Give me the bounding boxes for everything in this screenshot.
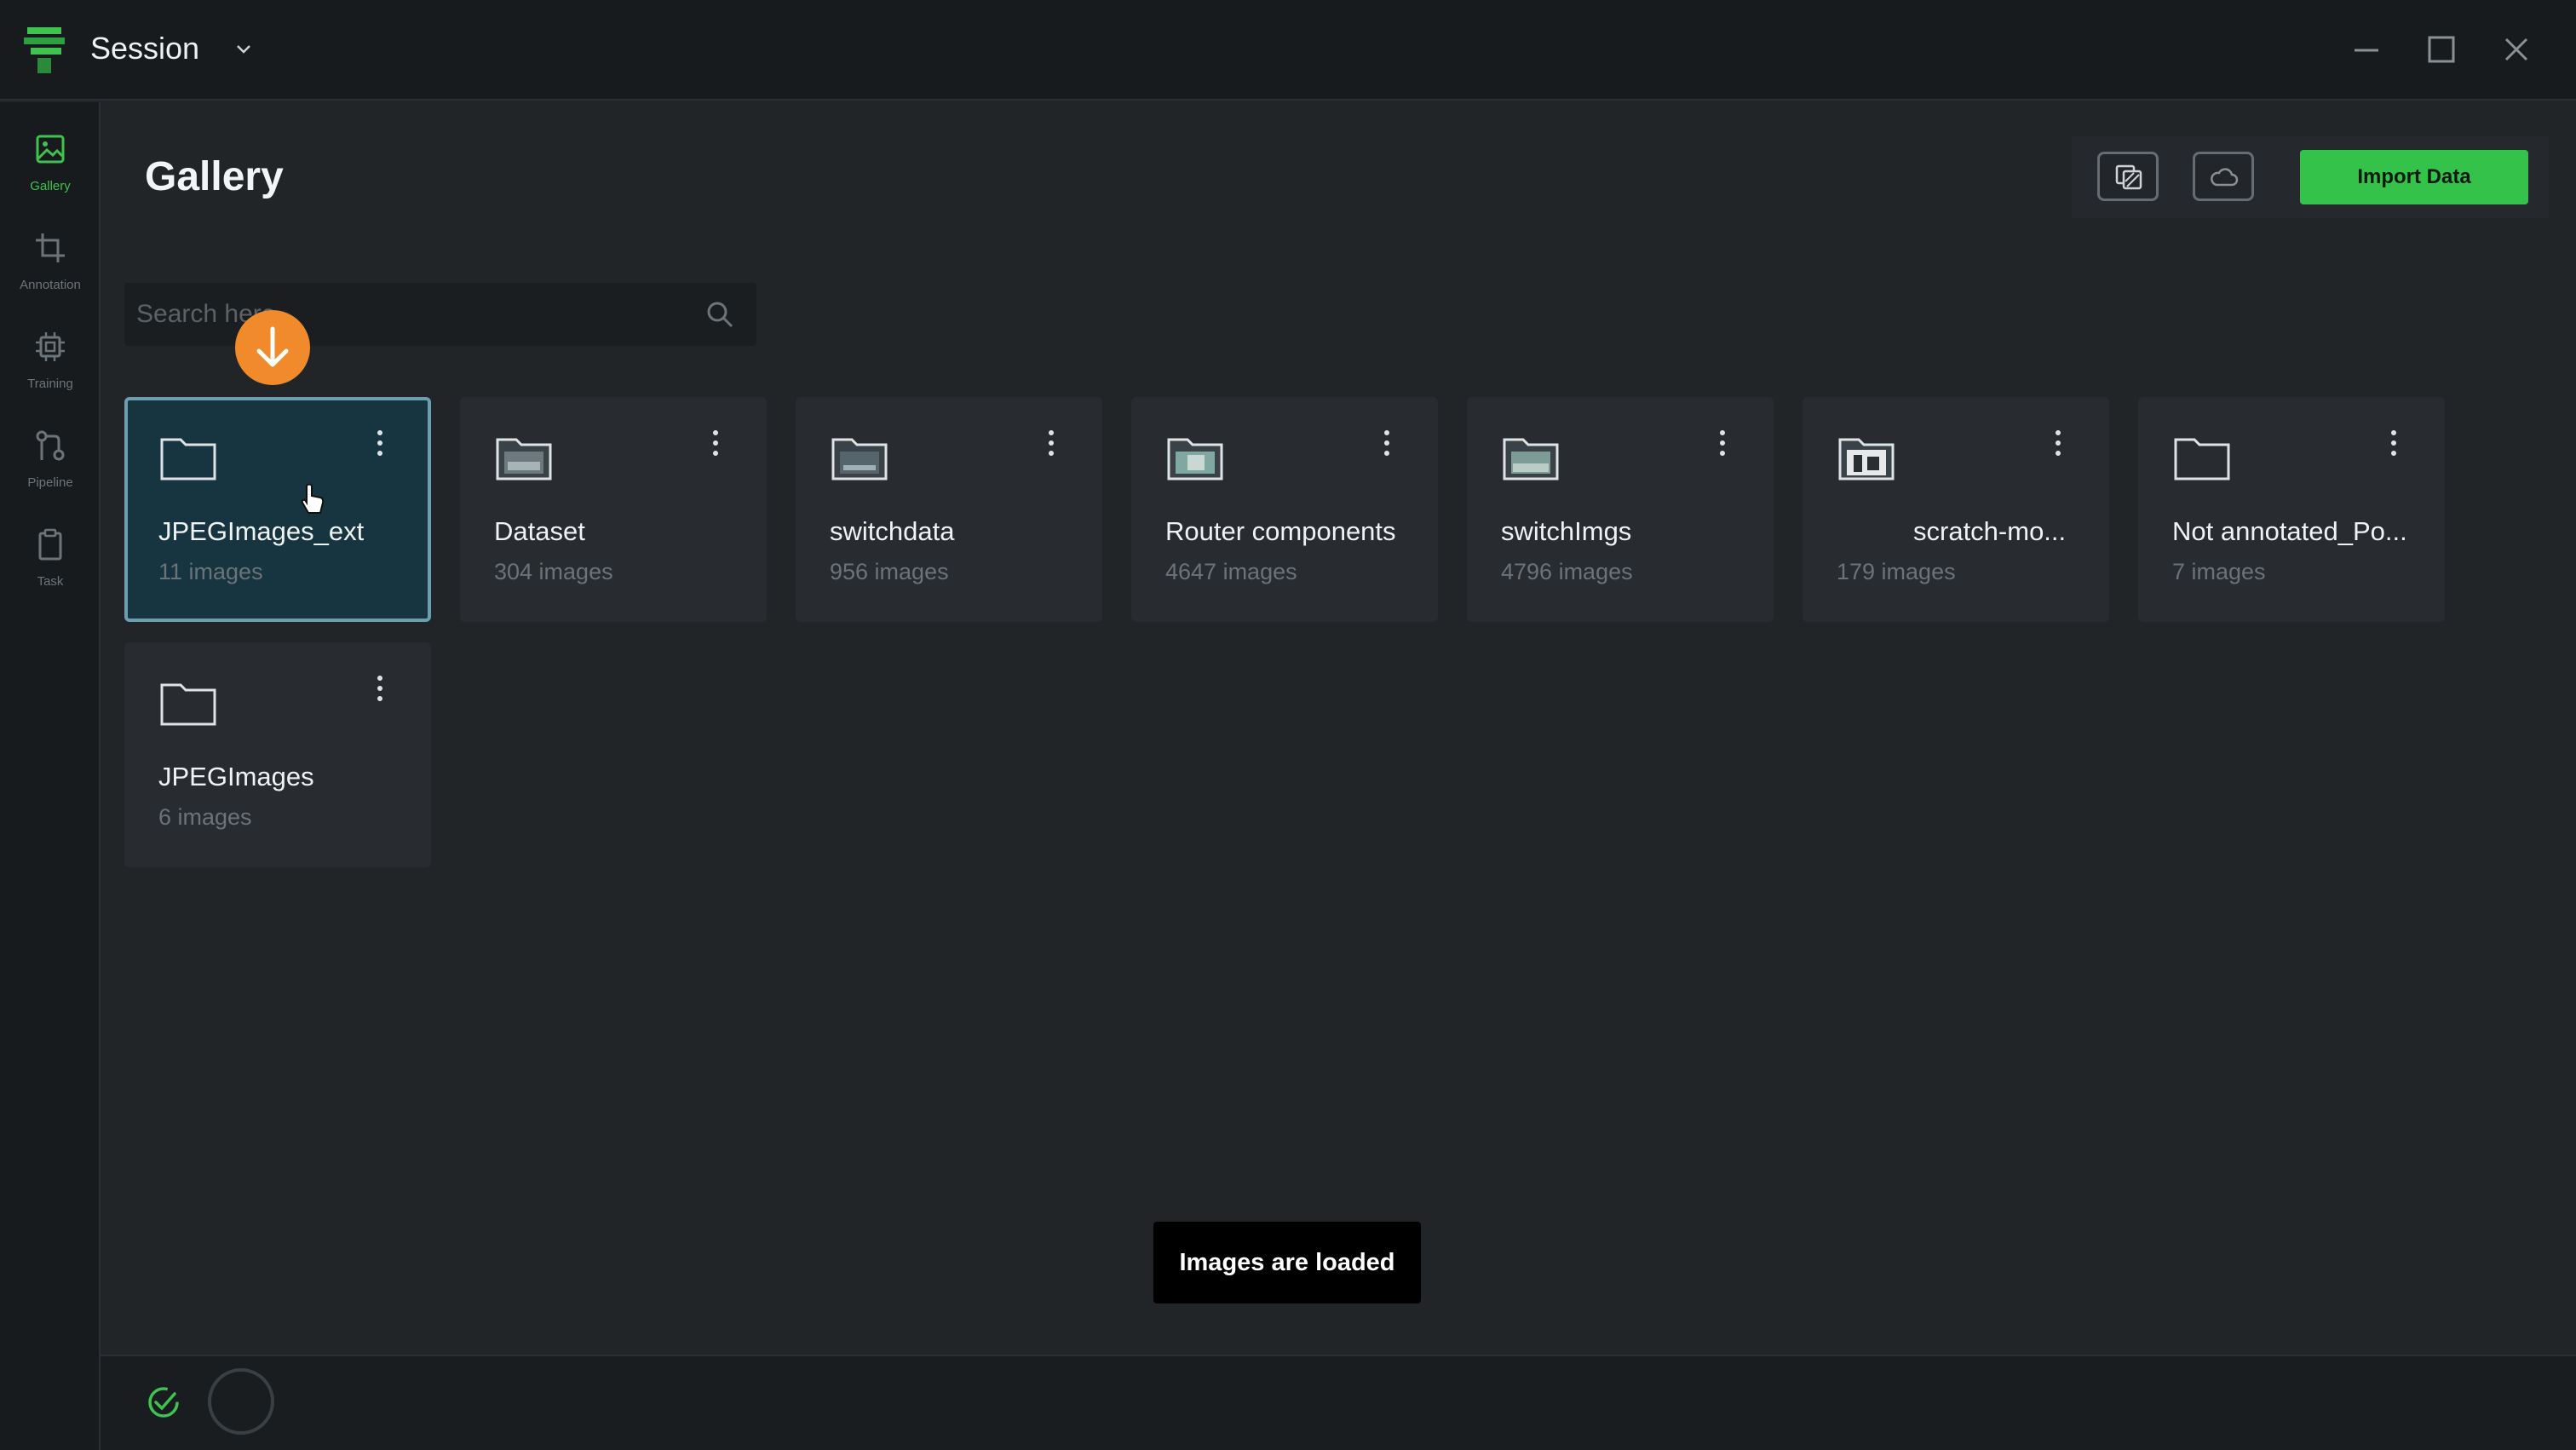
dataset-name: switchdata — [830, 516, 955, 546]
dataset-card[interactable]: Router components 4647 images — [1131, 397, 1438, 622]
dataset-card[interactable]: switchdata 956 images — [796, 397, 1102, 622]
sidebar-item-label: Task — [37, 574, 64, 589]
dataset-count: 956 images — [830, 559, 949, 584]
search-input[interactable] — [136, 283, 681, 346]
sidebar-item-label: Training — [27, 377, 73, 391]
app-logo-icon — [24, 27, 65, 73]
clipboard-icon — [38, 528, 62, 561]
title-bar: Session — [0, 0, 2576, 101]
pipeline-icon — [36, 430, 65, 461]
more-options-icon[interactable] — [2385, 426, 2402, 460]
dataset-name: JPEGImages — [158, 762, 314, 791]
dataset-card[interactable]: scratch-mo... 179 images — [1803, 397, 2109, 622]
more-options-icon[interactable] — [1378, 426, 1395, 460]
sidebar-item-label: Pipeline — [27, 475, 73, 490]
dataset-count: 4647 images — [1165, 559, 1297, 584]
more-options-icon[interactable] — [1043, 426, 1060, 460]
check-circle-icon — [148, 1387, 179, 1418]
minimize-icon[interactable] — [2343, 26, 2390, 73]
cloud-icon — [2211, 168, 2239, 187]
folder-image-icon — [496, 438, 552, 480]
more-options-icon[interactable] — [707, 426, 724, 460]
dataset-name: Not annotated_Po... — [2172, 516, 2407, 546]
dataset-name: Router components — [1165, 516, 1396, 546]
chevron-down-icon[interactable] — [232, 37, 256, 61]
sidebar: Gallery Annotation Training Pipeline Tas… — [0, 102, 101, 1450]
sidebar-item-gallery[interactable]: Gallery — [0, 126, 101, 211]
folder-image-icon — [1503, 438, 1559, 480]
dataset-card[interactable]: Dataset 304 images — [460, 397, 767, 622]
cloud-button[interactable] — [2193, 152, 2254, 201]
sidebar-item-training[interactable]: Training — [0, 324, 101, 409]
folder-image-icon — [1167, 438, 1223, 480]
dataset-name: scratch-mo... — [1913, 516, 2067, 546]
session-title[interactable]: Session — [90, 31, 199, 66]
dataset-count: 7 images — [2172, 559, 2266, 584]
dataset-name: JPEGImages_ext — [158, 516, 365, 546]
arrow-down-icon — [256, 326, 289, 367]
status-bar — [101, 1355, 2576, 1450]
search-box — [124, 283, 756, 346]
import-data-button[interactable]: Import Data — [2300, 150, 2528, 204]
dataset-card[interactable]: switchImgs 4796 images — [1467, 397, 1774, 622]
dataset-count: 6 images — [158, 804, 252, 830]
page-title: Gallery — [145, 154, 284, 199]
sidebar-item-annotation[interactable]: Annotation — [0, 225, 101, 310]
loading-spinner — [208, 1368, 274, 1435]
close-icon[interactable] — [2493, 26, 2540, 73]
dataset-count: 4796 images — [1501, 559, 1633, 584]
drag-indicator — [235, 310, 310, 385]
dataset-name: switchImgs — [1501, 516, 1632, 546]
sidebar-item-label: Gallery — [30, 179, 71, 193]
crop-icon — [36, 233, 65, 262]
more-options-icon[interactable] — [371, 671, 388, 705]
sidebar-item-label: Annotation — [20, 278, 81, 292]
hand-cursor-icon — [301, 483, 325, 514]
dataset-card[interactable]: JPEGImages_ext 11 images — [124, 397, 431, 622]
folder-image-icon — [831, 438, 888, 480]
maximize-icon[interactable] — [2418, 26, 2465, 73]
more-options-icon[interactable] — [2050, 426, 2067, 460]
dataset-card[interactable]: JPEGImages 6 images — [124, 642, 431, 867]
dataset-count: 304 images — [494, 559, 613, 584]
dataset-count: 179 images — [1837, 559, 1956, 584]
chip-icon — [36, 332, 65, 361]
folder-image-icon — [1838, 438, 1895, 480]
folder-icon — [160, 683, 216, 726]
dataset-count: 11 images — [158, 559, 263, 584]
sidebar-item-task[interactable]: Task — [0, 521, 101, 607]
more-options-icon[interactable] — [371, 426, 388, 460]
folder-icon — [2174, 438, 2230, 480]
more-options-icon[interactable] — [1714, 426, 1731, 460]
dataset-name: Dataset — [494, 516, 585, 546]
layers-icon — [2115, 164, 2142, 190]
toast-notification: Images are loaded — [1153, 1222, 1421, 1303]
dataset-card[interactable]: Not annotated_Po... 7 images — [2138, 397, 2445, 622]
search-icon[interactable] — [704, 298, 736, 331]
folder-icon — [160, 438, 216, 480]
layers-button[interactable] — [2097, 152, 2159, 201]
sidebar-item-pipeline[interactable]: Pipeline — [0, 423, 101, 508]
image-icon — [36, 135, 65, 164]
